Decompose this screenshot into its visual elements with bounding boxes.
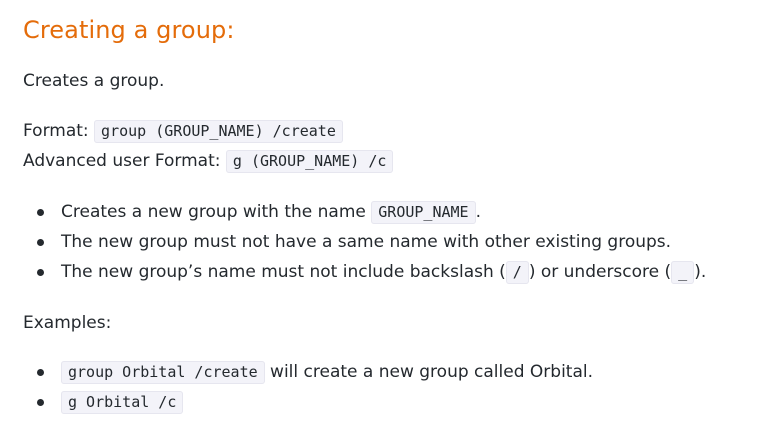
list-item: Creates a new group with the name GROUP_…	[23, 197, 706, 227]
format-line: Format: group (GROUP_NAME) /create	[23, 118, 343, 144]
list-item: The new group must not have a same name …	[23, 227, 706, 257]
list-item: g Orbital /c	[23, 387, 593, 417]
advanced-format-code: g (GROUP_NAME) /c	[225, 150, 394, 173]
list-item: group Orbital /create will create a new …	[23, 357, 593, 387]
backslash-code: /	[505, 261, 529, 284]
examples-list: group Orbital /create will create a new …	[23, 357, 593, 417]
advanced-format-line: Advanced user Format: g (GROUP_NAME) /c	[23, 148, 394, 174]
format-label: Format:	[23, 121, 89, 141]
intro-text: Creates a group.	[23, 71, 165, 91]
example-code: group Orbital /create	[61, 361, 265, 384]
format-code: group (GROUP_NAME) /create	[94, 120, 343, 143]
example-code: g Orbital /c	[61, 391, 184, 414]
examples-label: Examples:	[23, 313, 112, 333]
advanced-format-label: Advanced user Format:	[23, 151, 221, 171]
notes-list: Creates a new group with the name GROUP_…	[23, 197, 706, 287]
group-name-code: GROUP_NAME	[371, 201, 476, 224]
section-heading: Creating a group:	[23, 16, 235, 44]
underscore-code: _	[671, 261, 695, 284]
list-item: The new group’s name must not include ba…	[23, 257, 706, 287]
